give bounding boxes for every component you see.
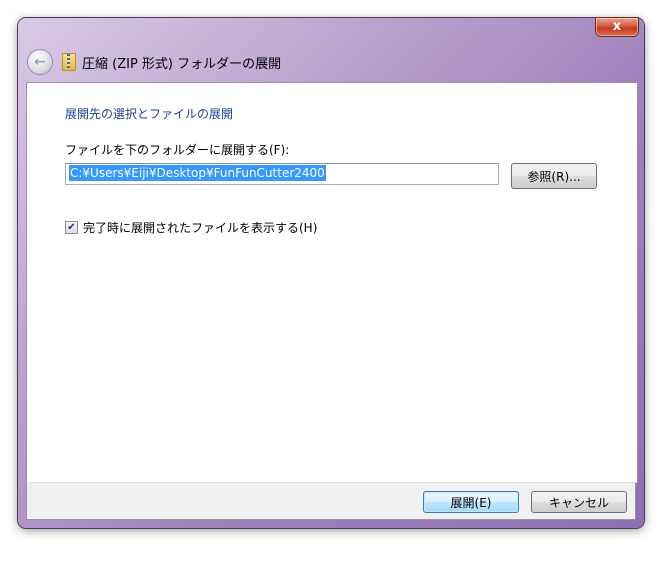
show-files-option[interactable]: ✔ 完了時に展開されたファイルを表示する(H) — [65, 219, 317, 236]
button-bar: 展開(E) キャンセル — [26, 482, 636, 520]
back-button[interactable]: ← — [28, 50, 52, 74]
extract-button[interactable]: 展開(E) — [423, 491, 519, 513]
cancel-button-label: キャンセル — [548, 495, 609, 510]
content-panel: 展開先の選択とファイルの展開 ファイルを下のフォルダーに展開する(F): C:¥… — [26, 82, 638, 483]
checkmark-icon: ✔ — [67, 222, 76, 233]
browse-button-label: 参照(R)... — [527, 169, 581, 184]
dialog-window: x ← 圧縮 (ZIP 形式) フォルダーの展開 展開先の選択とファイルの展開 … — [18, 18, 644, 528]
show-files-label: 完了時に展開されたファイルを表示する(H) — [83, 221, 318, 235]
browse-button[interactable]: 参照(R)... — [511, 163, 597, 189]
show-files-checkbox[interactable]: ✔ — [65, 221, 78, 234]
destination-path-value: C:¥Users¥Eiji¥Desktop¥FunFunCutter2400 — [69, 165, 326, 181]
title-bar: ← 圧縮 (ZIP 形式) フォルダーの展開 — [26, 42, 636, 82]
page-heading: 展開先の選択とファイルの展開 — [65, 107, 234, 121]
close-button[interactable]: x — [596, 18, 638, 36]
cancel-button[interactable]: キャンセル — [531, 491, 627, 513]
extract-button-label: 展開(E) — [450, 495, 492, 510]
destination-path-input[interactable]: C:¥Users¥Eiji¥Desktop¥FunFunCutter2400 — [65, 163, 499, 185]
window-title: 圧縮 (ZIP 形式) フォルダーの展開 — [82, 56, 282, 72]
close-icon: x — [612, 19, 622, 34]
back-arrow-icon: ← — [34, 54, 46, 70]
destination-label: ファイルを下のフォルダーに展開する(F): — [65, 143, 290, 157]
zip-folder-icon — [62, 53, 76, 71]
